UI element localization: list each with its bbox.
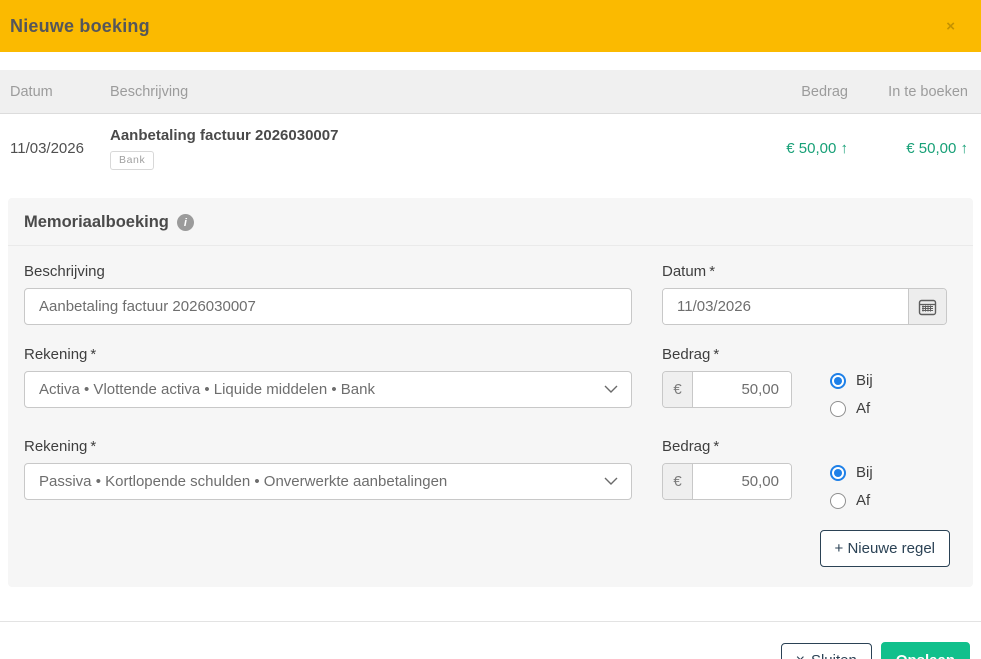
bij-af-radios-2: Bij Af bbox=[830, 463, 873, 509]
radio-unselected-icon bbox=[830, 400, 846, 417]
rekening-select-2[interactable]: Passiva • Kortlopende schulden • Onverwe… bbox=[24, 463, 632, 500]
memoriaal-panel: Memoriaalboeking i Beschrijving Datum* bbox=[8, 198, 973, 587]
table-header: Datum Beschrijving Bedrag In te boeken bbox=[0, 70, 981, 114]
euro-addon: € bbox=[663, 372, 693, 407]
required-mark: * bbox=[713, 346, 720, 363]
date-input[interactable] bbox=[663, 289, 908, 324]
required-mark: * bbox=[90, 438, 97, 455]
opslaan-button[interactable]: Opslaan bbox=[880, 642, 970, 659]
transaction-table: Datum Beschrijving Bedrag In te boeken 1… bbox=[0, 70, 981, 185]
rekening-select-1[interactable]: Activa • Vlottende activa • Liquide midd… bbox=[24, 371, 632, 408]
new-line-button[interactable]: + Nieuwe regel bbox=[819, 530, 950, 567]
row-in-te-boeken: € 50,00 ↑ bbox=[906, 140, 968, 157]
chevron-down-icon bbox=[604, 477, 618, 485]
bedrag-input-group-2: € bbox=[662, 463, 792, 500]
rekening-value-1: Activa • Vlottende activa • Liquide midd… bbox=[39, 381, 375, 398]
column-header-datum: Datum bbox=[10, 83, 53, 100]
close-x-icon: × bbox=[796, 652, 805, 659]
rekening-label-2: Rekening * bbox=[24, 438, 97, 455]
modal-footer: × Sluiten Opslaan bbox=[0, 622, 981, 659]
beschrijving-input[interactable] bbox=[24, 288, 632, 325]
datum-label: Datum * bbox=[662, 263, 716, 280]
row-description-cell: Aanbetaling factuur 2026030007 Bank bbox=[100, 127, 728, 170]
af-radio-1[interactable]: Af bbox=[830, 400, 873, 417]
memoriaal-header: Memoriaalboeking i bbox=[8, 198, 973, 246]
bedrag-label-2: Bedrag * bbox=[662, 438, 720, 455]
calendar-button[interactable] bbox=[908, 289, 946, 324]
row-description: Aanbetaling factuur 2026030007 bbox=[110, 127, 339, 144]
radio-selected-icon bbox=[830, 372, 846, 389]
row-datum: 11/03/2026 bbox=[10, 140, 84, 157]
bij-af-radios-1: Bij Af bbox=[830, 371, 873, 417]
row-bedrag: € 50,00 ↑ bbox=[786, 140, 848, 157]
memoriaal-title: Memoriaalboeking bbox=[24, 213, 169, 231]
calendar-icon bbox=[918, 299, 937, 315]
date-input-group bbox=[662, 288, 947, 325]
sluiten-button[interactable]: × Sluiten bbox=[780, 643, 872, 659]
bedrag-input-group-1: € bbox=[662, 371, 792, 408]
bedrag-input-2[interactable] bbox=[693, 464, 791, 499]
table-row[interactable]: 11/03/2026 Aanbetaling factuur 202603000… bbox=[0, 114, 981, 185]
column-header-in-te-boeken: In te boeken bbox=[888, 83, 968, 100]
bij-radio-2[interactable]: Bij bbox=[830, 464, 873, 481]
bij-radio-1[interactable]: Bij bbox=[830, 372, 873, 389]
required-mark: * bbox=[713, 438, 720, 455]
modal-title: Nieuwe boeking bbox=[10, 15, 150, 36]
new-booking-modal: Nieuwe boeking × Datum Beschrijving Bedr… bbox=[0, 0, 981, 659]
euro-addon: € bbox=[663, 464, 693, 499]
required-mark: * bbox=[709, 263, 716, 280]
column-header-beschrijving: Beschrijving bbox=[110, 83, 189, 100]
beschrijving-label: Beschrijving bbox=[24, 263, 105, 280]
rekening-value-2: Passiva • Kortlopende schulden • Onverwe… bbox=[39, 473, 448, 490]
bank-tag: Bank bbox=[110, 151, 155, 170]
radio-unselected-icon bbox=[830, 492, 846, 509]
modal-header: Nieuwe boeking × bbox=[0, 0, 981, 52]
required-mark: * bbox=[90, 346, 97, 363]
column-header-bedrag: Bedrag bbox=[801, 83, 848, 100]
info-icon[interactable]: i bbox=[176, 214, 194, 231]
memoriaal-body: Beschrijving Datum* bbox=[8, 246, 973, 587]
close-icon[interactable]: × bbox=[942, 15, 969, 38]
chevron-down-icon bbox=[604, 385, 618, 393]
radio-selected-icon bbox=[830, 464, 846, 481]
rekening-label-1: Rekening * bbox=[24, 346, 97, 363]
af-radio-2[interactable]: Af bbox=[830, 492, 873, 509]
bedrag-label-1: Bedrag * bbox=[662, 346, 720, 363]
bedrag-input-1[interactable] bbox=[693, 372, 791, 407]
